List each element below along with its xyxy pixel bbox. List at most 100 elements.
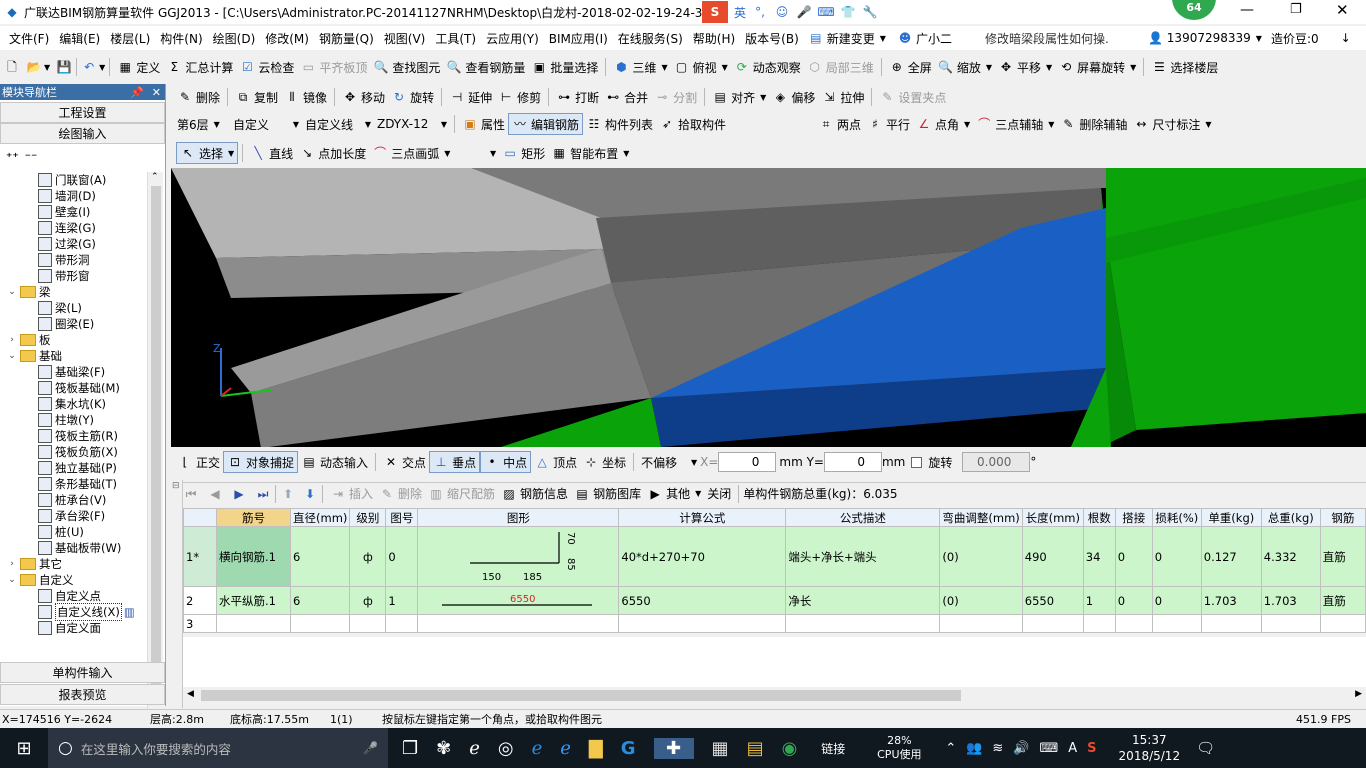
cloud-check-button[interactable]: ☑ 云检查	[236, 56, 297, 78]
rebar-info-button[interactable]: ▨ 钢筋信息	[498, 483, 571, 505]
tree-scrollbar[interactable]: ⌃ ⌄	[147, 172, 163, 724]
tree-node[interactable]: 承台梁(F)	[0, 508, 147, 524]
column-header[interactable]: 根数	[1082, 508, 1116, 527]
column-header[interactable]: 长度(mm)	[1021, 508, 1084, 527]
minimize-button[interactable]: —	[1240, 2, 1254, 18]
split-button[interactable]: ⊸ 分割	[651, 86, 700, 108]
smart-layout-button[interactable]: ▦ 智能布置 ▼	[548, 142, 632, 164]
ime-lang-label[interactable]: 英	[734, 4, 746, 21]
cell-bend[interactable]: (0)	[939, 526, 1023, 587]
cell-figure-no[interactable]: 0	[385, 526, 419, 587]
rectangle-button[interactable]: ▭ 矩形	[499, 142, 548, 164]
ime-tray-label[interactable]: A	[1068, 741, 1077, 756]
cell-figure-no[interactable]: 1	[385, 586, 419, 615]
list-toggle-icon[interactable]: ▥	[124, 605, 135, 619]
column-header[interactable]: 图号	[385, 508, 419, 527]
3d-scene[interactable]: Z	[171, 168, 1366, 447]
tray-chevron-icon[interactable]: ⌃	[945, 741, 956, 756]
report-preview-button[interactable]: 报表预览	[0, 684, 165, 705]
row-number[interactable]: 3	[183, 614, 217, 633]
stretch-button[interactable]: ⇲ 拉伸	[818, 86, 867, 108]
tree-node[interactable]: 自定义点	[0, 588, 147, 604]
mirror-button[interactable]: ⫴ 镜像	[281, 86, 330, 108]
align-slab-button[interactable]: ▭ 平齐板顶	[297, 56, 370, 78]
copy-button[interactable]: ⧉ 复制	[232, 86, 281, 108]
break-button[interactable]: ⊶ 打断	[553, 86, 602, 108]
chrome-like-icon[interactable]: ◎	[498, 738, 514, 759]
tree-node[interactable]: ⌄ 自定义	[0, 572, 147, 588]
properties-button[interactable]: ▣ 属性	[459, 113, 508, 135]
tip-link[interactable]: 修改暗梁段属性如何操.	[985, 30, 1109, 47]
type-select[interactable]: 自定义 ▼	[230, 113, 302, 135]
pan-button[interactable]: ✥ 平移 ▼	[995, 56, 1055, 78]
dimension-button[interactable]: ↔ 尺寸标注 ▼	[1130, 113, 1214, 135]
move-up-icon[interactable]: ⬆	[280, 486, 296, 502]
tree-node[interactable]: 筏板负筋(X)	[0, 444, 147, 460]
tools-icon[interactable]: 🔧	[862, 4, 878, 20]
wifi-icon[interactable]: ≋	[992, 741, 1003, 756]
sogou-tray-icon[interactable]: S	[1087, 741, 1096, 756]
menu-item[interactable]: 文件(F)	[4, 30, 54, 47]
rebar-library-button[interactable]: ▤ 钢筋图库	[571, 483, 644, 505]
mic-icon[interactable]: 🎤	[796, 4, 812, 20]
cell-loss[interactable]: 0	[1151, 586, 1202, 615]
prev-record-icon[interactable]: ◀	[207, 486, 223, 502]
tree-node[interactable]: 条形基础(T)	[0, 476, 147, 492]
cell-name[interactable]: 横向钢筋.1	[216, 526, 291, 587]
project-settings-button[interactable]: 工程设置	[0, 102, 165, 123]
align-button[interactable]: ▤ 对齐 ▼	[709, 86, 769, 108]
batch-select-button[interactable]: ▣ 批量选择	[528, 56, 601, 78]
other-button[interactable]: ▶ 其他 ▼	[644, 483, 704, 505]
tree-node[interactable]: 筏板主筋(R)	[0, 428, 147, 444]
emoji-icon[interactable]: ☺	[774, 4, 790, 20]
pick-component-button[interactable]: ➶ 拾取构件	[656, 113, 729, 135]
summary-calc-button[interactable]: Σ 汇总计算	[163, 56, 236, 78]
rotate-input[interactable]: 0.000	[962, 452, 1031, 472]
tree-node[interactable]: 柱墩(Y)	[0, 412, 147, 428]
glodon-app-icon[interactable]: G	[621, 738, 636, 759]
cell-bend[interactable]: (0)	[939, 586, 1023, 615]
column-header[interactable]: 损耗(%)	[1151, 508, 1202, 527]
menu-item[interactable]: BIM应用(I)	[544, 30, 613, 47]
pin-icon[interactable]: 📌	[130, 86, 144, 99]
volume-icon[interactable]: 🔊	[1013, 741, 1029, 756]
cell-name[interactable]: 水平纵筋.1	[216, 586, 291, 615]
column-header[interactable]: 搭接	[1114, 508, 1153, 527]
tree-expander-icon[interactable]: ⌄	[6, 575, 18, 585]
menu-item[interactable]: 构件(N)	[155, 30, 207, 47]
set-grip-button[interactable]: ✎ 设置夹点	[876, 86, 949, 108]
intersection-snap[interactable]: ✕ 交点	[380, 451, 429, 473]
scale-rebar-button[interactable]: ▥ 缩尺配筋	[425, 483, 498, 505]
beans-label[interactable]: 造价豆:0	[1271, 30, 1319, 47]
move-down-icon[interactable]: ⬇	[302, 486, 318, 502]
tree-node[interactable]: 圈梁(E)	[0, 316, 147, 332]
restore-button[interactable]: ❐	[1290, 2, 1302, 17]
cell-diameter[interactable]: 6	[289, 526, 351, 587]
zoom-button[interactable]: 🔍 缩放 ▼	[935, 56, 995, 78]
collapse-panel-icon[interactable]: ⊟	[172, 481, 180, 491]
insert-row-button[interactable]: ⇥ 插入	[327, 483, 376, 505]
tree-node[interactable]: 基础板带(W)	[0, 540, 147, 556]
offset-select[interactable]: 不偏移 ▼	[638, 451, 700, 473]
tree-node[interactable]: 自定义面	[0, 620, 147, 636]
cpu-usage[interactable]: 28% CPU使用	[869, 734, 929, 762]
cell-length[interactable]: 490	[1021, 526, 1084, 587]
clock[interactable]: 15:37 2018/5/12	[1119, 732, 1181, 764]
cell-length[interactable]: 6550	[1021, 586, 1084, 615]
skin-icon[interactable]: 👕	[840, 4, 856, 20]
tree-expander-icon[interactable]: ›	[6, 559, 18, 569]
tree-node[interactable]: ⌄ 梁	[0, 284, 147, 300]
dynamic-orbit-button[interactable]: ⟳ 动态观察	[731, 56, 804, 78]
tree-node[interactable]: 桩承台(V)	[0, 492, 147, 508]
taskbar-link[interactable]: 链接	[821, 740, 845, 757]
column-header[interactable]: 直径(mm)	[289, 508, 351, 527]
keyboard-icon[interactable]: ⌨	[817, 4, 834, 20]
tree-node[interactable]: 桩(U)	[0, 524, 147, 540]
edge-legacy-icon[interactable]: ℯ	[469, 738, 480, 759]
cell-type[interactable]: 直筋	[1319, 526, 1366, 587]
cell-description[interactable]: 端头+净长+端头	[785, 526, 941, 587]
column-header[interactable]: 筋号	[216, 508, 291, 527]
file-explorer-icon[interactable]: ▇	[589, 738, 603, 759]
menu-item[interactable]: 绘图(D)	[208, 30, 261, 47]
sogou-icon[interactable]: S	[702, 1, 728, 23]
